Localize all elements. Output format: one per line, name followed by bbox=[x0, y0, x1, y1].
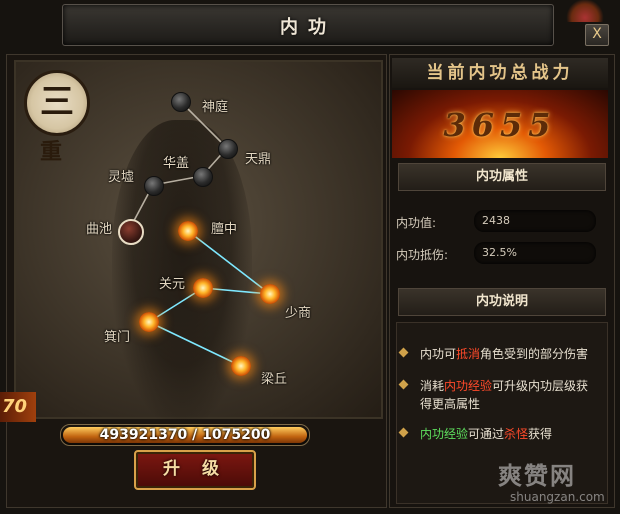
node-tianding[interactable] bbox=[218, 139, 238, 159]
attribute-label: 内功值: bbox=[396, 216, 437, 230]
upgrade-button[interactable]: 升 级 bbox=[134, 450, 256, 490]
node-label-tianding: 天鼎 bbox=[245, 152, 272, 167]
node-lingxu[interactable] bbox=[144, 176, 164, 196]
node-label-guanyuan: 关元 bbox=[159, 277, 186, 292]
attribute-value: 2438 bbox=[482, 214, 510, 227]
node-shaoshang[interactable] bbox=[260, 284, 280, 304]
node-jimen[interactable] bbox=[139, 312, 159, 332]
node-huagai[interactable] bbox=[193, 167, 213, 187]
node-label-quchi: 曲池 bbox=[86, 222, 113, 237]
node-label-liangqiu: 梁丘 bbox=[261, 372, 288, 387]
attributes-header: 内功属性 bbox=[398, 163, 606, 191]
attribute-label: 内功抵伤: bbox=[396, 248, 449, 262]
node-danzhong[interactable] bbox=[178, 221, 198, 241]
description-header: 内功说明 bbox=[398, 288, 606, 316]
window-frame: 内功 X 三 重 神庭 天鼎 华盖 灵墟 曲池 膻中 关元 少商 箕门 梁丘 7… bbox=[0, 0, 620, 514]
attribute-field: 32.5% bbox=[474, 242, 596, 264]
node-label-danzhong: 膻中 bbox=[211, 222, 238, 237]
attribute-value: 32.5% bbox=[482, 246, 517, 259]
power-display: 3655 bbox=[392, 90, 608, 158]
description-item: 内功可抵消角色受到的部分伤害 bbox=[398, 345, 600, 363]
node-label-lingxu: 灵墟 bbox=[108, 170, 135, 185]
node-quchi[interactable] bbox=[118, 219, 144, 245]
watermark-url: shuangzan.com bbox=[510, 490, 605, 504]
experience-text: 493921370 / 1075200 bbox=[99, 427, 271, 443]
attribute-field: 2438 bbox=[474, 210, 596, 232]
node-label-jimen: 箕门 bbox=[104, 330, 131, 345]
attribute-row-reduction: 内功抵伤: 32.5% bbox=[396, 242, 600, 266]
node-guanyuan[interactable] bbox=[193, 278, 213, 298]
node-label-shaoshang: 少商 bbox=[285, 306, 312, 321]
power-value: 3655 bbox=[443, 106, 557, 144]
watermark-brand: 爽赞网 bbox=[498, 462, 576, 490]
combat-tag: 70 bbox=[0, 392, 36, 422]
power-header: 当前内功总战力 bbox=[392, 58, 608, 88]
link-jimen-liangqiu bbox=[148, 321, 242, 367]
node-label-huagai: 华盖 bbox=[163, 156, 190, 171]
node-label-shenting: 神庭 bbox=[202, 100, 229, 115]
attribute-row-value: 内功值: 2438 bbox=[396, 210, 600, 234]
node-liangqiu[interactable] bbox=[231, 356, 251, 376]
description-item: 消耗内功经验可升级内功层级获得更高属性 bbox=[398, 377, 600, 413]
experience-bar: 493921370 / 1075200 bbox=[60, 424, 310, 446]
node-shenting[interactable] bbox=[171, 92, 191, 112]
description-item: 内功经验可通过杀怪获得 bbox=[398, 425, 600, 443]
